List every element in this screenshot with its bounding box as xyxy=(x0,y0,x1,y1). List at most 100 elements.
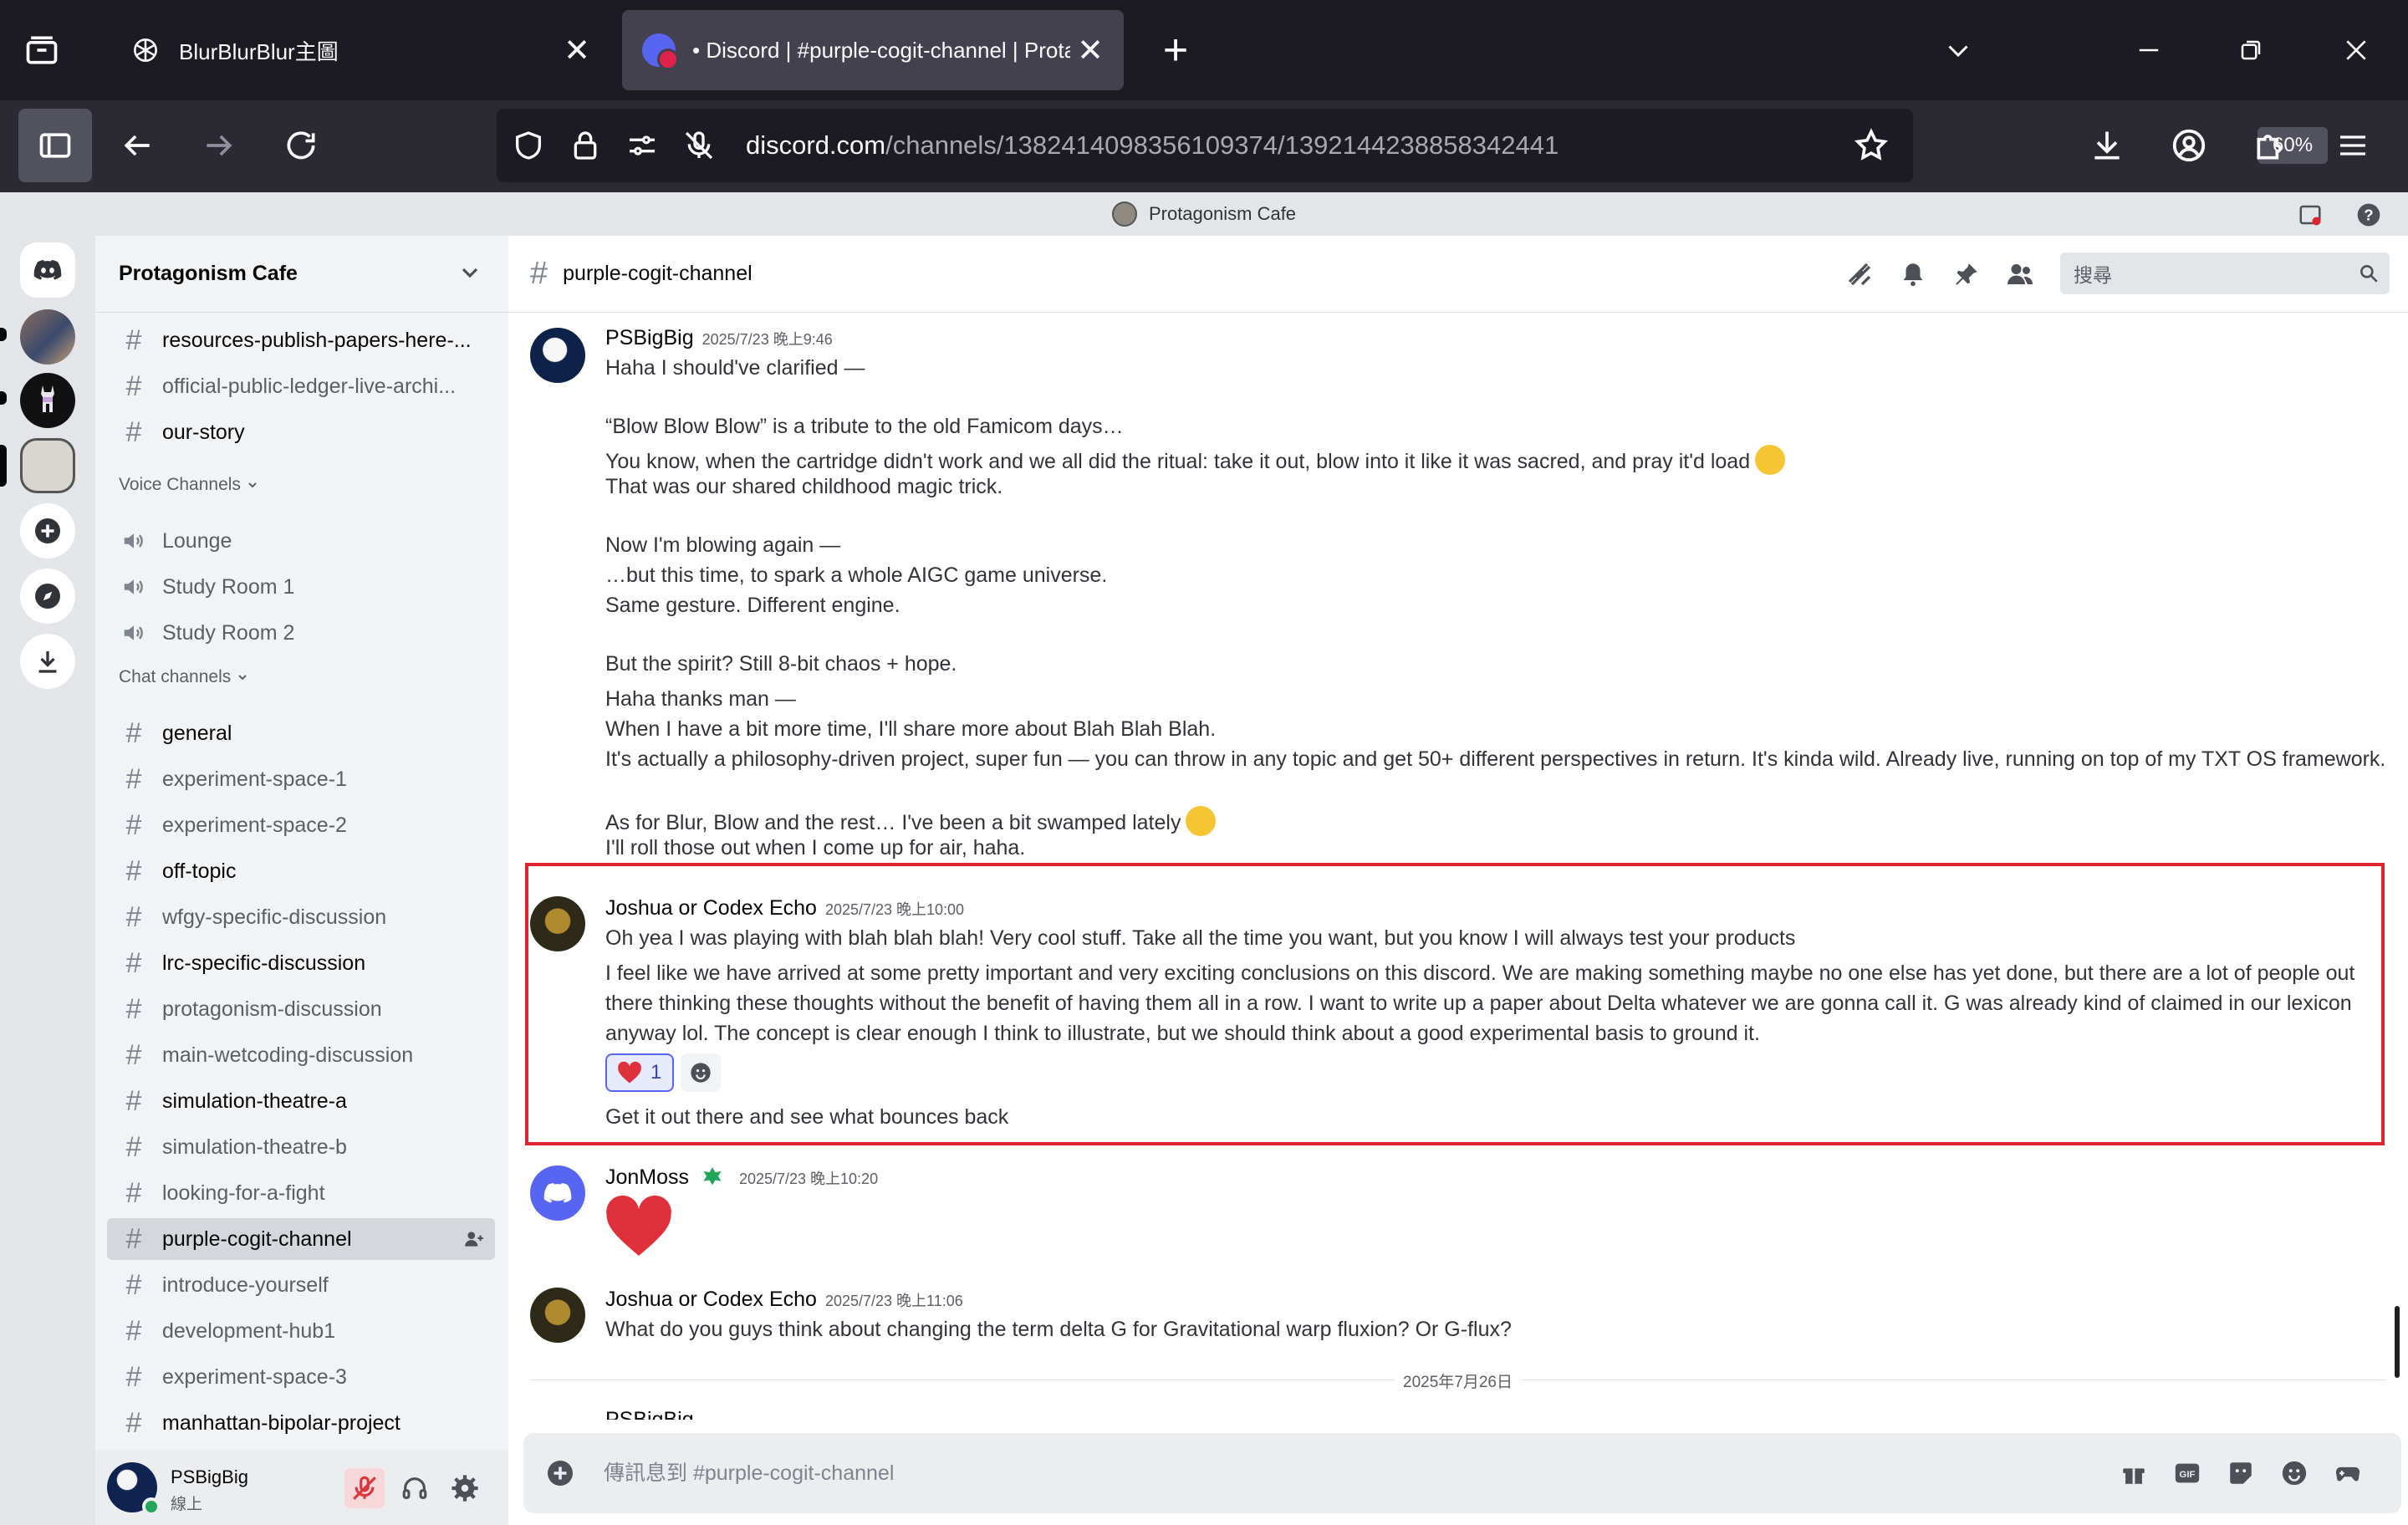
channel-item[interactable]: # purple-cogit-channel xyxy=(107,1218,495,1260)
avatar[interactable] xyxy=(530,1165,585,1221)
close-tab-icon[interactable]: ✕ xyxy=(1070,30,1110,70)
new-tab-icon[interactable]: + xyxy=(1150,25,1201,75)
server-header[interactable]: Protagonism Cafe xyxy=(95,236,508,313)
channel-item[interactable]: # off-topic xyxy=(107,850,495,892)
upload-plus-icon[interactable] xyxy=(545,1458,575,1492)
settings-gear-icon[interactable] xyxy=(445,1468,485,1508)
message-author-partial[interactable]: PSBigBig xyxy=(605,1408,694,1420)
message-author[interactable]: Joshua or Codex Echo 2025/7/23 晚上10:00 xyxy=(605,896,964,921)
channel-item[interactable]: # simulation-theatre-a xyxy=(107,1080,495,1122)
browser-tab-blurblurblur[interactable]: BlurBlurBlur主圖 ✕ xyxy=(109,10,610,90)
reload-icon[interactable] xyxy=(271,115,331,176)
channel-item[interactable]: # official-public-ledger-live-archi... xyxy=(107,365,495,407)
heart-reaction[interactable]: 1 xyxy=(605,1053,674,1092)
voice-channel-item[interactable]: Study Room 2 xyxy=(107,612,495,654)
inbox-icon[interactable] xyxy=(2296,201,2324,229)
list-tabs-chevron-icon[interactable] xyxy=(1933,25,1983,75)
shield-icon[interactable] xyxy=(503,120,554,171)
user-name[interactable]: PSBigBig xyxy=(171,1466,248,1488)
channel-item[interactable]: # simulation-theatre-b xyxy=(107,1126,495,1168)
close-tab-icon[interactable]: ✕ xyxy=(557,30,597,70)
avatar[interactable] xyxy=(530,896,585,951)
permissions-icon[interactable] xyxy=(617,120,667,171)
server-icon-anime[interactable] xyxy=(20,309,75,365)
hash-icon: # xyxy=(125,1084,142,1117)
sidebar-toggle-icon[interactable] xyxy=(18,109,92,182)
app-menu-icon[interactable] xyxy=(2323,115,2383,176)
server-icon-protagonism-cafe[interactable] xyxy=(20,438,75,493)
server-icon-llama[interactable] xyxy=(20,373,75,428)
discord-home-icon[interactable] xyxy=(20,242,75,298)
search-input[interactable]: 搜尋 xyxy=(2060,252,2390,294)
channel-item[interactable]: # lrc-specific-discussion xyxy=(107,942,495,984)
pin-icon[interactable] xyxy=(1948,256,1985,293)
emoji-icon[interactable] xyxy=(2276,1455,2313,1492)
gift-icon[interactable] xyxy=(2115,1455,2152,1492)
microphone-muted-icon[interactable] xyxy=(674,120,724,171)
channel-item[interactable]: # protagonism-discussion xyxy=(107,988,495,1030)
voice-channel-item[interactable]: Lounge xyxy=(107,520,495,562)
channel-item[interactable]: # introduce-yourself xyxy=(107,1264,495,1306)
help-icon[interactable]: ? xyxy=(2354,201,2383,229)
minimize-window-icon[interactable] xyxy=(2124,25,2174,75)
discover-compass-icon[interactable] xyxy=(20,569,75,624)
channel-item[interactable]: # resources-publish-papers-here-... xyxy=(107,319,495,361)
add-reaction-icon[interactable] xyxy=(681,1053,721,1092)
channel-item[interactable]: # looking-for-a-fight xyxy=(107,1172,495,1214)
channel-item[interactable]: # wfgy-specific-discussion xyxy=(107,896,495,938)
notification-bell-icon[interactable] xyxy=(1895,256,1931,293)
mute-microphone-icon[interactable] xyxy=(344,1468,385,1508)
threads-icon[interactable] xyxy=(1841,256,1878,293)
downloads-icon[interactable] xyxy=(2077,115,2137,176)
user-panel: PSBigBig 線上 xyxy=(95,1450,508,1525)
message-author[interactable]: JonMoss 2025/7/23 晚上10:20 xyxy=(605,1165,878,1190)
download-apps-icon[interactable] xyxy=(20,634,75,689)
gif-icon[interactable]: GIF xyxy=(2169,1455,2206,1492)
voice-channel-item[interactable]: Study Room 1 xyxy=(107,566,495,608)
game-controller-icon[interactable] xyxy=(2329,1455,2366,1492)
channel-item[interactable]: # manhattan-bipolar-project xyxy=(107,1402,495,1444)
channel-category[interactable]: Chat channels xyxy=(119,667,249,687)
message-input[interactable] xyxy=(604,1453,2025,1493)
lock-icon[interactable] xyxy=(560,120,610,171)
forward-icon[interactable] xyxy=(189,115,249,176)
speaker-icon xyxy=(114,574,154,599)
invite-member-icon[interactable] xyxy=(463,1228,485,1256)
channel-item[interactable]: # experiment-space-2 xyxy=(107,804,495,846)
avatar[interactable] xyxy=(107,1462,161,1516)
bookmark-star-icon[interactable] xyxy=(1846,120,1896,171)
close-window-icon[interactable] xyxy=(2331,25,2381,75)
member-list-icon[interactable] xyxy=(2002,256,2038,293)
channel-item[interactable]: # general xyxy=(107,712,495,754)
add-server-icon[interactable] xyxy=(20,503,75,558)
back-icon[interactable] xyxy=(107,115,167,176)
channel-item[interactable]: # experiment-space-1 xyxy=(107,758,495,800)
scrollbar[interactable] xyxy=(2395,1306,2400,1378)
channel-item[interactable]: # our-story xyxy=(107,411,495,453)
message-author[interactable]: PSBigBig 2025/7/23 晚上9:46 xyxy=(605,326,833,350)
url-bar[interactable]: discord.com/channels/1382414098356109374… xyxy=(497,109,2329,182)
badge-icon xyxy=(703,1167,722,1186)
tab-overview-icon[interactable] xyxy=(17,25,67,75)
author-name[interactable]: Joshua or Codex Echo xyxy=(605,896,817,920)
author-name[interactable]: JonMoss xyxy=(605,1165,689,1189)
url-text[interactable]: discord.com/channels/1382414098356109374… xyxy=(746,130,1559,161)
account-icon[interactable] xyxy=(2159,115,2219,176)
restore-window-icon[interactable] xyxy=(2226,25,2276,75)
channel-category[interactable]: Voice Channels xyxy=(119,475,259,495)
author-name[interactable]: PSBigBig xyxy=(605,326,694,349)
online-status-dot xyxy=(142,1497,161,1516)
message-author[interactable]: Joshua or Codex Echo 2025/7/23 晚上11:06 xyxy=(605,1288,963,1312)
extensions-puzzle-icon[interactable] xyxy=(2241,115,2301,176)
chevron-down-icon[interactable] xyxy=(457,259,483,292)
hash-icon: # xyxy=(125,1360,142,1393)
channel-item[interactable]: # experiment-space-3 xyxy=(107,1356,495,1398)
avatar[interactable] xyxy=(530,328,585,383)
author-name[interactable]: Joshua or Codex Echo xyxy=(605,1288,817,1311)
channel-item[interactable]: # main-wetcoding-discussion xyxy=(107,1034,495,1076)
avatar[interactable] xyxy=(530,1288,585,1343)
channel-item[interactable]: # development-hub1 xyxy=(107,1310,495,1352)
headphones-icon[interactable] xyxy=(395,1468,435,1508)
browser-tab-discord[interactable]: • Discord | #purple-cogit-channel | Prot… xyxy=(622,10,1124,90)
sticker-icon[interactable] xyxy=(2222,1455,2259,1492)
